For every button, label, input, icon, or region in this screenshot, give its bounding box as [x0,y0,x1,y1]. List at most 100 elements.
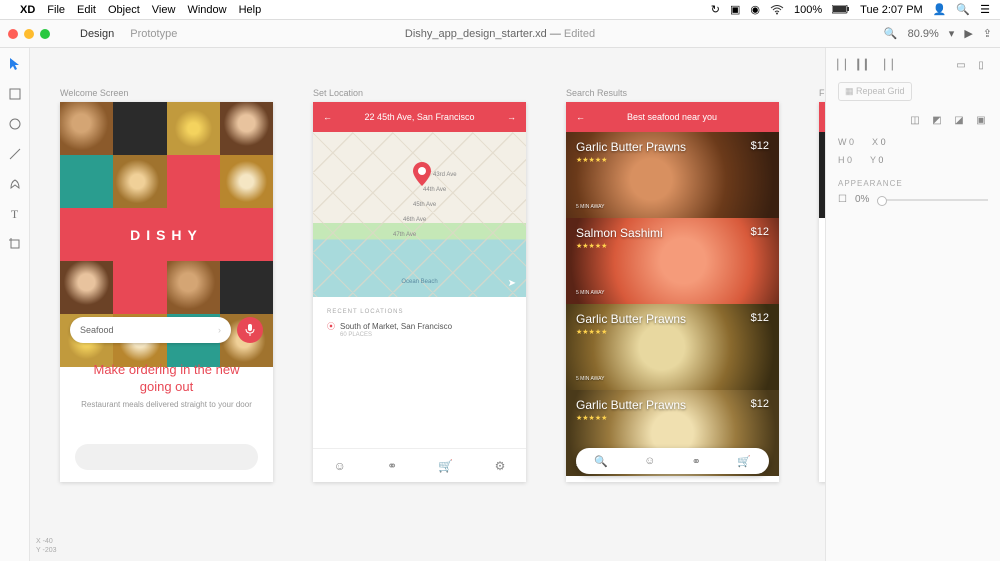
ellipse-tool[interactable] [7,116,23,132]
nav-profile-icon[interactable]: ☺ [334,459,346,473]
menu-window[interactable]: Window [187,4,226,16]
minimize-button[interactable] [24,29,34,39]
navigate-icon[interactable]: ➤ [508,278,516,289]
artboard-filter-partial[interactable] [819,102,825,482]
battery-icon[interactable] [832,5,850,14]
bool-union-icon[interactable]: ◫ [908,113,922,127]
property-inspector: ▏▏ ▎▎ ▕▕ ▭ ▯ ▦ Repeat Grid ◫ ◩ ◪ ▣ W 0 X… [825,48,1000,561]
result-price: $12 [751,398,769,410]
align-right-icon[interactable]: ▕▕ [878,58,892,72]
app-name[interactable]: XD [20,4,35,16]
close-button[interactable] [8,29,18,39]
opacity-value[interactable]: 0% [855,194,869,205]
recent-locations-label: RECENT LOCATIONS [327,309,512,315]
street-label: 45th Ave [413,202,436,208]
menu-extras-icon[interactable]: ☰ [980,3,990,16]
map-pin-icon [413,162,431,186]
zoom-level[interactable]: 80.9% [908,28,939,40]
opacity-checkbox[interactable]: ☐ [838,194,847,205]
artboard-welcome[interactable]: DISHY Seafood › Make ordering in the new… [60,102,273,482]
result-title: Garlic Butter Prawns [576,312,769,326]
recent-location-item[interactable]: ⦿ South of Market, San Francisco [327,321,512,332]
result-card[interactable]: Salmon Sashimi $12 ★★★★★ 5 MIN AWAY [566,218,779,304]
nav-profile-icon[interactable]: ☺ [644,455,655,467]
menu-edit[interactable]: Edit [77,4,96,16]
distribute-v-icon[interactable]: ▯ [974,58,988,72]
play-icon[interactable]: ▶ [964,27,972,40]
map-view[interactable]: 43rd Ave 44th Ave 45th Ave 46th Ave 47th… [313,132,526,297]
text-tool[interactable]: T [7,206,23,222]
zoom-chevron-icon[interactable]: ▾ [949,27,955,40]
result-title: Garlic Butter Prawns [576,398,769,412]
spotlight-icon[interactable]: 🔍 [956,3,970,16]
search-input[interactable]: Seafood › [70,317,231,343]
back-arrow-icon[interactable]: ← [576,112,585,122]
results-title: Best seafood near you [627,112,717,122]
artboard-label-filter[interactable]: Filt [819,88,825,98]
align-center-icon[interactable]: ▎▎ [858,58,872,72]
select-tool[interactable] [7,56,23,72]
user-icon[interactable]: 👤 [933,3,947,16]
street-label: 44th Ave [423,187,446,193]
result-card[interactable]: Garlic Butter Prawns $12 ★★★★★ 5 MIN AWA… [566,304,779,390]
headline: Make ordering in the new going out [80,362,253,396]
result-rating: ★★★★★ [576,156,769,164]
bool-exclude-icon[interactable]: ▣ [974,113,988,127]
share-icon[interactable]: ⇪ [983,27,992,40]
tool-palette: T [0,48,30,561]
rectangle-tool[interactable] [7,86,23,102]
artboard-location[interactable]: ← 22 45th Ave, San Francisco → 43rd Ave … [313,102,526,482]
sync-icon[interactable]: ↻ [711,3,720,16]
eye-icon[interactable]: ◉ [750,3,760,16]
zoom-button[interactable] [40,29,50,39]
result-card[interactable]: Garlic Butter Prawns $12 ★★★★★ 5 MIN AWA… [566,132,779,218]
artboard-label-results[interactable]: Search Results [566,88,779,98]
align-left-icon[interactable]: ▏▏ [838,58,852,72]
nav-search-icon[interactable]: 🔍 [594,455,608,468]
canvas-coordinates: X -40 Y -203 [36,538,57,555]
grid-icon: ▦ [845,86,854,96]
bool-intersect-icon[interactable]: ◪ [952,113,966,127]
design-canvas[interactable]: Welcome Screen DISHY Seafood › [30,48,825,561]
opacity-slider[interactable] [877,199,988,201]
tab-prototype[interactable]: Prototype [130,28,177,40]
wifi-icon[interactable] [770,5,784,15]
height-field[interactable]: 0 [847,155,852,165]
width-field[interactable]: 0 [849,137,854,147]
tab-design[interactable]: Design [80,28,114,40]
menu-object[interactable]: Object [108,4,140,16]
menu-file[interactable]: File [47,4,65,16]
x-field[interactable]: 0 [881,137,886,147]
pin-small-icon: ⦿ [327,321,335,332]
pen-tool[interactable] [7,176,23,192]
traffic-lights [8,29,50,39]
menu-view[interactable]: View [152,4,176,16]
mic-button[interactable] [237,317,263,343]
search-value: Seafood [80,325,114,335]
search-doc-icon[interactable]: 🔍 [884,27,898,40]
result-title: Garlic Butter Prawns [576,140,769,154]
artboard-label-location[interactable]: Set Location [313,88,526,98]
artboard-label-welcome[interactable]: Welcome Screen [60,88,273,98]
menu-help[interactable]: Help [239,4,262,16]
screen-icon[interactable]: ▣ [730,3,740,16]
nav-people-icon[interactable]: ⚭ [387,459,397,473]
chevron-right-icon: › [218,325,221,335]
nav-settings-icon[interactable]: ⚙ [495,459,506,473]
y-field[interactable]: 0 [878,155,883,165]
nav-people-icon[interactable]: ⚭ [692,455,701,468]
address-field[interactable]: 22 45th Ave, San Francisco [365,112,475,122]
result-title: Salmon Sashimi [576,226,769,240]
distribute-h-icon[interactable]: ▭ [954,58,968,72]
line-tool[interactable] [7,146,23,162]
nav-cart-icon[interactable]: 🛒 [438,459,453,473]
appearance-label: APPEARANCE [838,179,988,188]
back-arrow-icon[interactable]: ← [323,112,332,122]
forward-arrow-icon[interactable]: → [507,112,516,122]
clock[interactable]: Tue 2:07 PM [860,4,923,16]
nav-cart-icon[interactable]: 🛒 [737,455,751,468]
bool-subtract-icon[interactable]: ◩ [930,113,944,127]
artboard-results[interactable]: ← Best seafood near you Garlic Butter Pr… [566,102,779,482]
repeat-grid-button[interactable]: ▦ Repeat Grid [838,82,912,101]
artboard-tool[interactable] [7,236,23,252]
